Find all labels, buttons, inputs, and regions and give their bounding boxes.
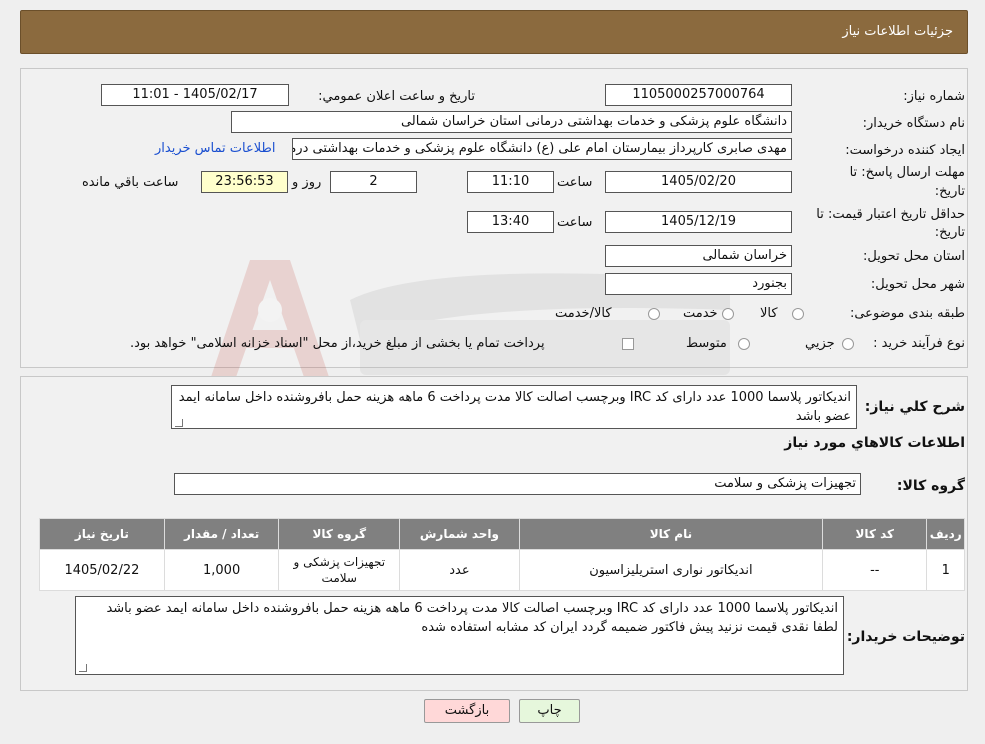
- goods-section-title: اطلاعات کالاهاي مورد نياز: [784, 435, 965, 451]
- purchase-type-option-medium: متوسط: [686, 336, 727, 351]
- goods-table-header-row: رديف کد کالا نام کالا واحد شمارش گروه کا…: [39, 518, 965, 550]
- page-title: جزئیات اطلاعات نیاز: [842, 24, 953, 39]
- category-label: طبقه بندی موضوعی:: [849, 306, 965, 321]
- cell-unit: عدد: [399, 549, 520, 591]
- need-number-label: شماره نیاز:: [903, 89, 965, 104]
- col-need-date: تاريخ نياز: [39, 518, 165, 550]
- purchase-type-radio-minor[interactable]: [842, 338, 854, 350]
- purchase-type-note: پرداخت تمام يا بخشی از مبلغ خريد،از محل …: [130, 336, 545, 351]
- deadline-time-field: 11:10: [467, 171, 554, 193]
- deadline-date-field: 1405/02/20: [605, 171, 792, 193]
- buyer-notes-label: توضيحات خريدار:: [846, 629, 965, 645]
- cell-quantity: 1,000: [163, 549, 280, 591]
- deadline-time-label: ساعت: [557, 175, 593, 190]
- cell-need-date: 1405/02/22: [39, 549, 165, 591]
- purchase-type-radio-medium[interactable]: [738, 338, 750, 350]
- category-option-service: خدمت: [683, 306, 718, 321]
- goods-group-field: تجهیزات پزشکی و سلامت: [174, 473, 861, 495]
- category-radio-goods[interactable]: [792, 308, 804, 320]
- description-label: شرح کلي نياز:: [864, 399, 965, 415]
- creator-label: ايجاد کننده درخواست:: [845, 143, 965, 158]
- buyer-org-field: دانشگاه علوم پزشکی و خدمات بهداشتی درمان…: [231, 111, 792, 133]
- cell-goods-code: --: [822, 549, 928, 591]
- days-label: روز و: [292, 175, 322, 190]
- col-row-number: رديف: [926, 518, 965, 550]
- validity-time-label: ساعت: [557, 215, 593, 230]
- treasury-checkbox[interactable]: [622, 338, 634, 350]
- validity-label-date: تاريخ:: [934, 225, 965, 240]
- validity-date-field: 1405/12/19: [605, 211, 792, 233]
- buyer-notes-resize-handle[interactable]: [79, 664, 87, 672]
- description-resize-handle[interactable]: [175, 419, 183, 427]
- remaining-time-field: 23:56:53: [201, 171, 288, 193]
- purchase-type-label: نوع فرآيند خريد :: [873, 336, 965, 351]
- col-goods-group: گروه کالا: [278, 518, 401, 550]
- page-header: جزئیات اطلاعات نیاز: [20, 10, 968, 54]
- buyer-notes-textarea[interactable]: اندیکاتور پلاسما 1000 عدد دارای کد IRC و…: [75, 596, 844, 675]
- deadline-label-date: تاريخ:: [934, 184, 965, 199]
- province-field: خراسان شمالی: [605, 245, 792, 267]
- cell-row-number: 1: [926, 549, 965, 591]
- days-field: 2: [330, 171, 417, 193]
- cell-goods-group: تجهیزات پزشکی و سلامت: [278, 549, 401, 591]
- city-label: شهر محل تحويل:: [870, 277, 965, 292]
- goods-table: رديف کد کالا نام کالا واحد شمارش گروه کا…: [39, 518, 965, 591]
- creator-field: مهدی صابری کارپرداز بیمارستان امام علی (…: [292, 138, 792, 160]
- category-radio-goods-service[interactable]: [648, 308, 660, 320]
- goods-group-label: گروه کالا:: [896, 478, 965, 494]
- announce-field: 1405/02/17 - 11:01: [101, 84, 289, 106]
- province-label: استان محل تحويل:: [863, 249, 965, 264]
- deadline-label: مهلت ارسال پاسخ: تا: [849, 165, 965, 180]
- cell-goods-name: اندیکاتور نواری استریلیزاسیون: [518, 549, 824, 591]
- validity-time-field: 13:40: [467, 211, 554, 233]
- col-goods-code: کد کالا: [822, 518, 928, 550]
- buyer-org-label: نام دستگاه خريدار:: [862, 116, 965, 131]
- category-radio-service[interactable]: [722, 308, 734, 320]
- print-button[interactable]: چاپ: [519, 699, 580, 723]
- category-option-goods-service: کالا/خدمت: [555, 306, 612, 321]
- col-quantity: تعداد / مقدار: [163, 518, 280, 550]
- table-row: 1 -- اندیکاتور نواری استریلیزاسیون عدد ت…: [39, 549, 965, 591]
- remaining-label: ساعت باقي مانده: [82, 175, 179, 190]
- description-textarea[interactable]: اندیکاتور پلاسما 1000 عدد دارای کد IRC و…: [171, 385, 857, 429]
- col-unit: واحد شمارش: [399, 518, 520, 550]
- back-button[interactable]: بازگشت: [424, 699, 510, 723]
- buyer-contact-link[interactable]: اطلاعات تماس خريدار: [155, 141, 275, 156]
- purchase-type-option-minor: جزيي: [805, 336, 835, 351]
- announce-label: تاریخ و ساعت اعلان عمومي:: [318, 89, 475, 104]
- category-option-goods: کالا: [760, 306, 778, 321]
- validity-label: حداقل تاريخ اعتبار قيمت: تا: [816, 207, 965, 222]
- need-number-field: 1105000257000764: [605, 84, 792, 106]
- city-field: بجنورد: [605, 273, 792, 295]
- col-goods-name: نام کالا: [518, 518, 824, 550]
